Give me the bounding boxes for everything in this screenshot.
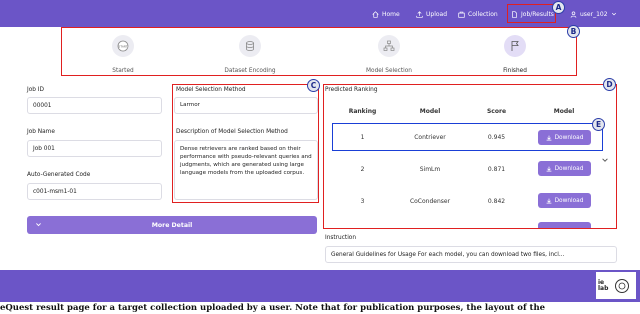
download-label: Download bbox=[554, 197, 584, 204]
download-button[interactable]: Download bbox=[538, 161, 591, 176]
download-icon bbox=[546, 166, 551, 171]
instruction-label: Instruction bbox=[325, 235, 357, 241]
annotation-box-a bbox=[507, 4, 556, 23]
rank-cell: 3 bbox=[360, 198, 365, 205]
network-icon bbox=[378, 35, 400, 57]
collection-icon bbox=[458, 11, 465, 18]
method-field[interactable]: Larmor bbox=[174, 97, 318, 114]
annotation-box-e bbox=[332, 123, 603, 151]
job-id-value: 00001 bbox=[33, 102, 52, 109]
model-cell: CoCondenser bbox=[409, 198, 451, 205]
nav-upload-label: Upload bbox=[426, 10, 448, 18]
figure-caption: eQuest result page for a target collecti… bbox=[0, 303, 546, 313]
nav-home[interactable]: Home bbox=[372, 8, 400, 20]
nav-home-label: Home bbox=[382, 10, 400, 18]
col-header-model: Model bbox=[419, 108, 441, 115]
ielab-logo: ie lab bbox=[598, 278, 609, 292]
step-finished: Finished bbox=[470, 35, 560, 74]
step-dataset-encoding: Dataset Encoding bbox=[205, 35, 295, 74]
download-label: Download bbox=[554, 165, 584, 172]
footer-logo: ie lab bbox=[596, 272, 636, 299]
svg-text:START: START bbox=[118, 44, 127, 48]
user-name: user_102 bbox=[580, 10, 608, 18]
ranking-title: Predicted Ranking bbox=[325, 87, 378, 93]
footer-bar bbox=[0, 270, 640, 302]
job-id-field[interactable]: 00001 bbox=[27, 97, 162, 114]
method-desc-label: Description of Model Selection Method bbox=[176, 129, 288, 135]
annotation-marker-e: E bbox=[592, 118, 605, 131]
nav-collection[interactable]: Collection bbox=[458, 8, 498, 20]
upload-icon bbox=[416, 10, 423, 18]
annotation-marker-b: B bbox=[567, 25, 580, 38]
scroll-chevron-down-icon[interactable] bbox=[601, 156, 609, 164]
chevron-down-icon bbox=[611, 12, 616, 16]
code-label: Auto-Generated Code bbox=[27, 172, 91, 178]
step-label: Dataset Encoding bbox=[224, 68, 276, 74]
score-cell: 0.842 bbox=[487, 198, 506, 205]
chevron-down-icon bbox=[36, 223, 41, 227]
method-desc-textarea[interactable]: Dense retrievers are ranked based on the… bbox=[174, 140, 318, 200]
annotation-marker-d: D bbox=[603, 78, 616, 91]
user-icon bbox=[570, 11, 577, 18]
download-icon bbox=[546, 198, 551, 203]
method-value: Larmor bbox=[180, 102, 200, 109]
annotation-marker-a: A bbox=[552, 1, 565, 14]
more-detail-button[interactable]: More Detail bbox=[27, 216, 317, 234]
code-field[interactable]: c001-msm1-01 bbox=[27, 183, 162, 200]
rank-cell: 2 bbox=[360, 166, 365, 173]
step-label: Started bbox=[112, 68, 134, 74]
score-cell: 0.871 bbox=[487, 166, 506, 173]
finish-flag-icon bbox=[504, 35, 526, 57]
university-seal-icon bbox=[615, 278, 629, 293]
col-header-ranking: Ranking bbox=[348, 108, 377, 115]
download-button-partial[interactable] bbox=[538, 222, 591, 228]
col-header-score: Score bbox=[486, 108, 507, 115]
download-button[interactable]: Download bbox=[538, 193, 591, 208]
code-value: c001-msm1-01 bbox=[33, 188, 77, 195]
instruction-field[interactable]: General Guidelines for Usage For each mo… bbox=[325, 246, 617, 263]
nav-upload[interactable]: Upload bbox=[416, 8, 447, 20]
instruction-value: General Guidelines for Usage For each mo… bbox=[331, 251, 565, 258]
model-cell: SimLm bbox=[419, 166, 441, 173]
step-label: Model Selection bbox=[366, 68, 412, 74]
start-icon: START bbox=[112, 35, 134, 57]
annotation-marker-c: C bbox=[307, 79, 320, 92]
method-desc-value: Dense retrievers are ranked based on the… bbox=[180, 146, 312, 177]
method-label: Model Selection Method bbox=[176, 87, 246, 93]
database-icon bbox=[239, 35, 261, 57]
job-name-field[interactable]: Job 001 bbox=[27, 140, 162, 157]
job-name-value: Job 001 bbox=[33, 145, 55, 152]
job-id-label: Job ID bbox=[27, 87, 44, 93]
home-icon bbox=[372, 10, 379, 18]
step-started: START Started bbox=[78, 35, 168, 74]
step-label: Finished bbox=[503, 68, 527, 74]
col-header-model-download: Model bbox=[553, 108, 575, 115]
more-detail-label: More Detail bbox=[151, 221, 193, 229]
step-model-selection: Model Selection bbox=[344, 35, 434, 74]
nav-collection-label: Collection bbox=[468, 10, 498, 18]
job-name-label: Job Name bbox=[27, 129, 55, 135]
user-menu[interactable]: user_102 bbox=[570, 8, 617, 20]
